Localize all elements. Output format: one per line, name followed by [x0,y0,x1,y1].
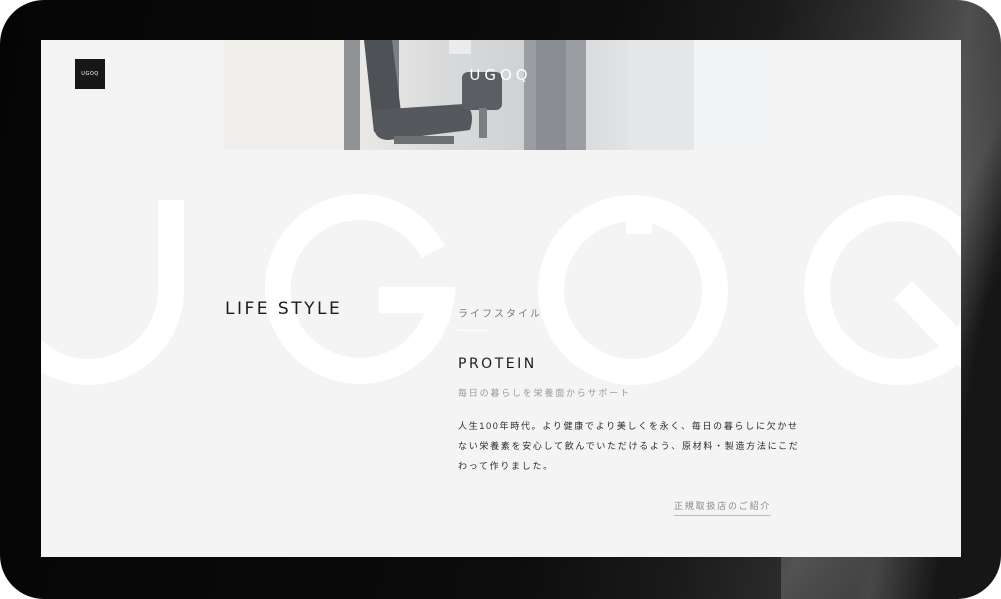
brand-logo-text: UGOQ [81,71,99,77]
description-line: わって作りました。 [458,461,554,471]
section-divider [458,330,488,331]
description-line: 人生100年時代。より健康でより美しくを永く、毎日の暮らしに欠かせ [458,421,799,431]
gym-equipment-image [224,40,777,150]
section-title: LIFE STYLE [225,299,343,319]
description-line: ない栄養素を安心して飲んでいただけるよう、原材料・製造方法にこだ [458,441,800,451]
bg-letter-q [804,195,961,385]
store-list-link[interactable]: 正規取扱店のご紹介 [674,499,772,516]
hero-image: UGOQ [224,40,777,150]
section-subtitle-jp: ライフスタイル [458,309,542,320]
bg-letter-q-tail [893,280,961,369]
bg-letter-g [264,193,456,384]
hero-logo: UGOQ [469,66,532,84]
product-title: PROTEIN [458,356,537,372]
product-description: 人生100年時代。より健康でより美しくを永く、毎日の暮らしに欠かせ ない栄養素を… [458,416,800,476]
bg-letter-u [41,200,184,385]
device-frame: UGOQ UGOQ LIFE STYLE ライフスタイル PROTEIN 毎日の… [0,0,1001,599]
screen: UGOQ UGOQ LIFE STYLE ライフスタイル PROTEIN 毎日の… [41,40,961,557]
brand-logo-button[interactable]: UGOQ [75,59,105,89]
product-subtitle: 毎日の暮らしを栄養面からサポート [458,388,631,398]
